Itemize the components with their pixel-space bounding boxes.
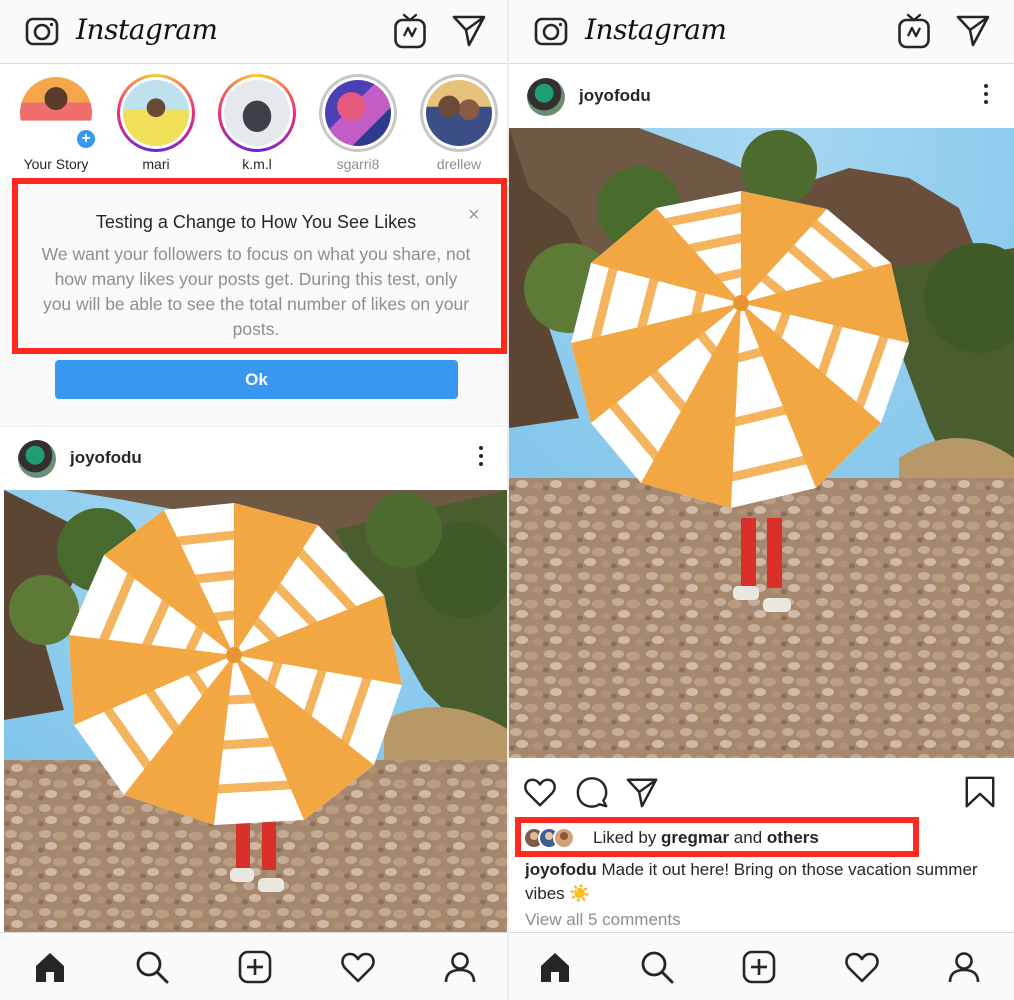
like-heart-icon[interactable] xyxy=(523,775,557,809)
story-drellew[interactable]: drellew xyxy=(414,74,504,172)
search-icon[interactable] xyxy=(134,949,170,985)
bottom-nav xyxy=(0,932,509,1000)
instagram-logo: Instagram xyxy=(585,13,727,46)
stories-tray: + Your Story mari k.m.l sgarri8 drellew xyxy=(0,64,509,180)
post-photo[interactable] xyxy=(4,490,509,932)
post-header: joyofodu xyxy=(509,66,1014,126)
story-label: sgarri8 xyxy=(336,156,380,172)
story-label: k.m.l xyxy=(242,156,272,172)
right-screen: Instagram joyofodu Liked by gregmar and … xyxy=(509,0,1014,1000)
story-label: mari xyxy=(142,156,170,172)
camera-icon[interactable] xyxy=(533,13,569,49)
story-your-story[interactable]: + Your Story xyxy=(11,74,101,172)
avatar[interactable] xyxy=(527,78,565,116)
story-sgarri8[interactable]: sgarri8 xyxy=(313,74,403,172)
add-story-plus-icon[interactable]: + xyxy=(75,128,97,150)
top-bar: Instagram xyxy=(0,0,509,64)
add-post-icon[interactable] xyxy=(237,949,273,985)
more-options-icon[interactable] xyxy=(479,446,485,470)
search-icon[interactable] xyxy=(639,949,675,985)
post-photo[interactable] xyxy=(509,128,1014,758)
profile-icon[interactable] xyxy=(442,949,478,985)
top-bar: Instagram xyxy=(509,0,1014,64)
direct-message-icon[interactable] xyxy=(451,12,487,48)
left-screen: Instagram + Your Story mari k.m.l sgarri… xyxy=(0,0,509,1000)
heart-icon[interactable] xyxy=(340,949,376,985)
post-header: joyofodu xyxy=(0,428,509,488)
highlight-box xyxy=(515,817,919,857)
story-kml[interactable]: k.m.l xyxy=(212,74,302,172)
story-label: Your Story xyxy=(23,156,89,172)
igtv-icon[interactable] xyxy=(393,12,427,50)
bookmark-icon[interactable] xyxy=(963,775,997,809)
heart-icon[interactable] xyxy=(844,949,880,985)
igtv-icon[interactable] xyxy=(897,12,931,50)
post-caption: joyofodu Made it out here! Bring on thos… xyxy=(525,860,978,903)
highlight-box xyxy=(12,178,507,354)
view-comments-link[interactable]: View all 5 comments xyxy=(525,910,681,930)
avatar[interactable] xyxy=(18,440,56,478)
camera-icon[interactable] xyxy=(24,13,60,49)
post-username[interactable]: joyofodu xyxy=(579,86,651,106)
ok-button[interactable]: Ok xyxy=(55,360,458,399)
story-label: drellew xyxy=(436,156,482,172)
add-post-icon[interactable] xyxy=(741,949,777,985)
instagram-logo: Instagram xyxy=(76,13,218,46)
profile-icon[interactable] xyxy=(946,949,982,985)
direct-message-icon[interactable] xyxy=(955,12,991,48)
share-icon[interactable] xyxy=(625,775,659,809)
bottom-nav xyxy=(509,932,1014,1000)
caption-username[interactable]: joyofodu xyxy=(525,860,597,879)
story-mari[interactable]: mari xyxy=(111,74,201,172)
home-icon[interactable] xyxy=(537,949,573,985)
comment-icon[interactable] xyxy=(575,775,609,809)
home-icon[interactable] xyxy=(32,949,68,985)
more-options-icon[interactable] xyxy=(984,84,990,108)
divider xyxy=(0,426,509,427)
post-username[interactable]: joyofodu xyxy=(70,448,142,468)
